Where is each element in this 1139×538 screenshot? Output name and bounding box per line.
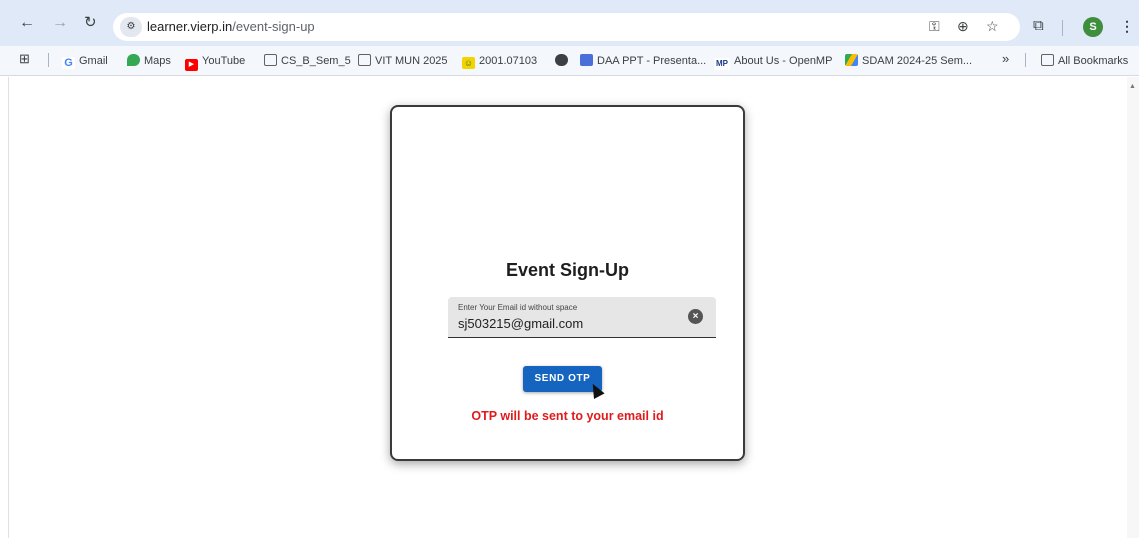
apps-grid-icon[interactable]: ⊞ bbox=[19, 52, 30, 66]
bookmark-globe[interactable] bbox=[555, 54, 572, 68]
all-bookmarks[interactable]: All Bookmarks bbox=[1041, 54, 1128, 68]
password-key-icon[interactable]: ⚿ bbox=[929, 18, 940, 34]
maps-pin-icon bbox=[127, 54, 140, 66]
toolbar-divider bbox=[1062, 20, 1063, 36]
email-field[interactable]: Enter Your Email id without space sj5032… bbox=[448, 297, 716, 338]
otp-info-text: OTP will be sent to your email id bbox=[471, 409, 664, 423]
openmp-icon: MP bbox=[714, 58, 730, 70]
drive-icon bbox=[845, 54, 858, 66]
smiley-icon: ☺ bbox=[462, 57, 475, 69]
bookmark-divider bbox=[1025, 53, 1026, 67]
slides-icon bbox=[580, 54, 593, 66]
zoom-icon[interactable]: ⊕ bbox=[957, 18, 969, 34]
clear-icon[interactable]: × bbox=[688, 309, 703, 324]
page-title: Event Sign-Up bbox=[505, 260, 629, 280]
back-arrow-icon[interactable]: ← bbox=[19, 15, 35, 31]
profile-avatar[interactable]: S bbox=[1083, 17, 1103, 37]
email-input[interactable]: sj503215@gmail.com bbox=[458, 316, 583, 331]
bookmark-divider bbox=[48, 53, 49, 67]
folder-icon bbox=[264, 54, 277, 66]
url-text[interactable]: learner.vierp.in/event-sign-up bbox=[147, 19, 315, 34]
extensions-icon[interactable]: ⧉ bbox=[1033, 18, 1044, 34]
folder-icon bbox=[1041, 54, 1054, 66]
signup-card: Event Sign-Up Enter Your Email id withou… bbox=[390, 105, 745, 461]
bookmark-folder-cs-b-sem-5[interactable]: CS_B_Sem_5 bbox=[264, 54, 351, 68]
google-icon: G bbox=[62, 57, 75, 69]
reload-icon[interactable]: ↻ bbox=[84, 15, 97, 31]
folder-icon bbox=[358, 54, 371, 66]
youtube-icon: ▶ bbox=[185, 59, 198, 71]
globe-icon bbox=[555, 54, 568, 66]
bookmark-folder-vit-mun-2025[interactable]: VIT MUN 2025 bbox=[358, 54, 448, 68]
site-info-icon[interactable]: ⚙ bbox=[120, 17, 142, 37]
bookmark-youtube[interactable]: ▶ YouTube bbox=[185, 54, 245, 71]
bookmark-star-icon[interactable]: ☆ bbox=[986, 18, 999, 34]
forward-arrow-icon[interactable]: → bbox=[52, 15, 68, 31]
bookmark-sdam[interactable]: SDAM 2024-25 Sem... bbox=[845, 54, 972, 68]
menu-kebab-icon[interactable]: ⋮ bbox=[1120, 18, 1134, 34]
bookmark-daa-ppt[interactable]: DAA PPT - Presenta... bbox=[580, 54, 706, 68]
bookmark-maps[interactable]: Maps bbox=[127, 54, 171, 68]
email-field-label: Enter Your Email id without space bbox=[458, 303, 578, 312]
scroll-up-arrow-icon[interactable]: ▲ bbox=[1129, 83, 1136, 90]
bookmarks-overflow[interactable]: » bbox=[1002, 52, 1009, 66]
scrollbar[interactable] bbox=[1127, 77, 1139, 538]
bookmark-openmp[interactable]: MP About Us - OpenMP bbox=[714, 54, 832, 70]
bookmark-2001-07103[interactable]: ☺ 2001.07103 bbox=[462, 54, 537, 69]
bookmark-gmail[interactable]: G Gmail bbox=[62, 54, 108, 69]
